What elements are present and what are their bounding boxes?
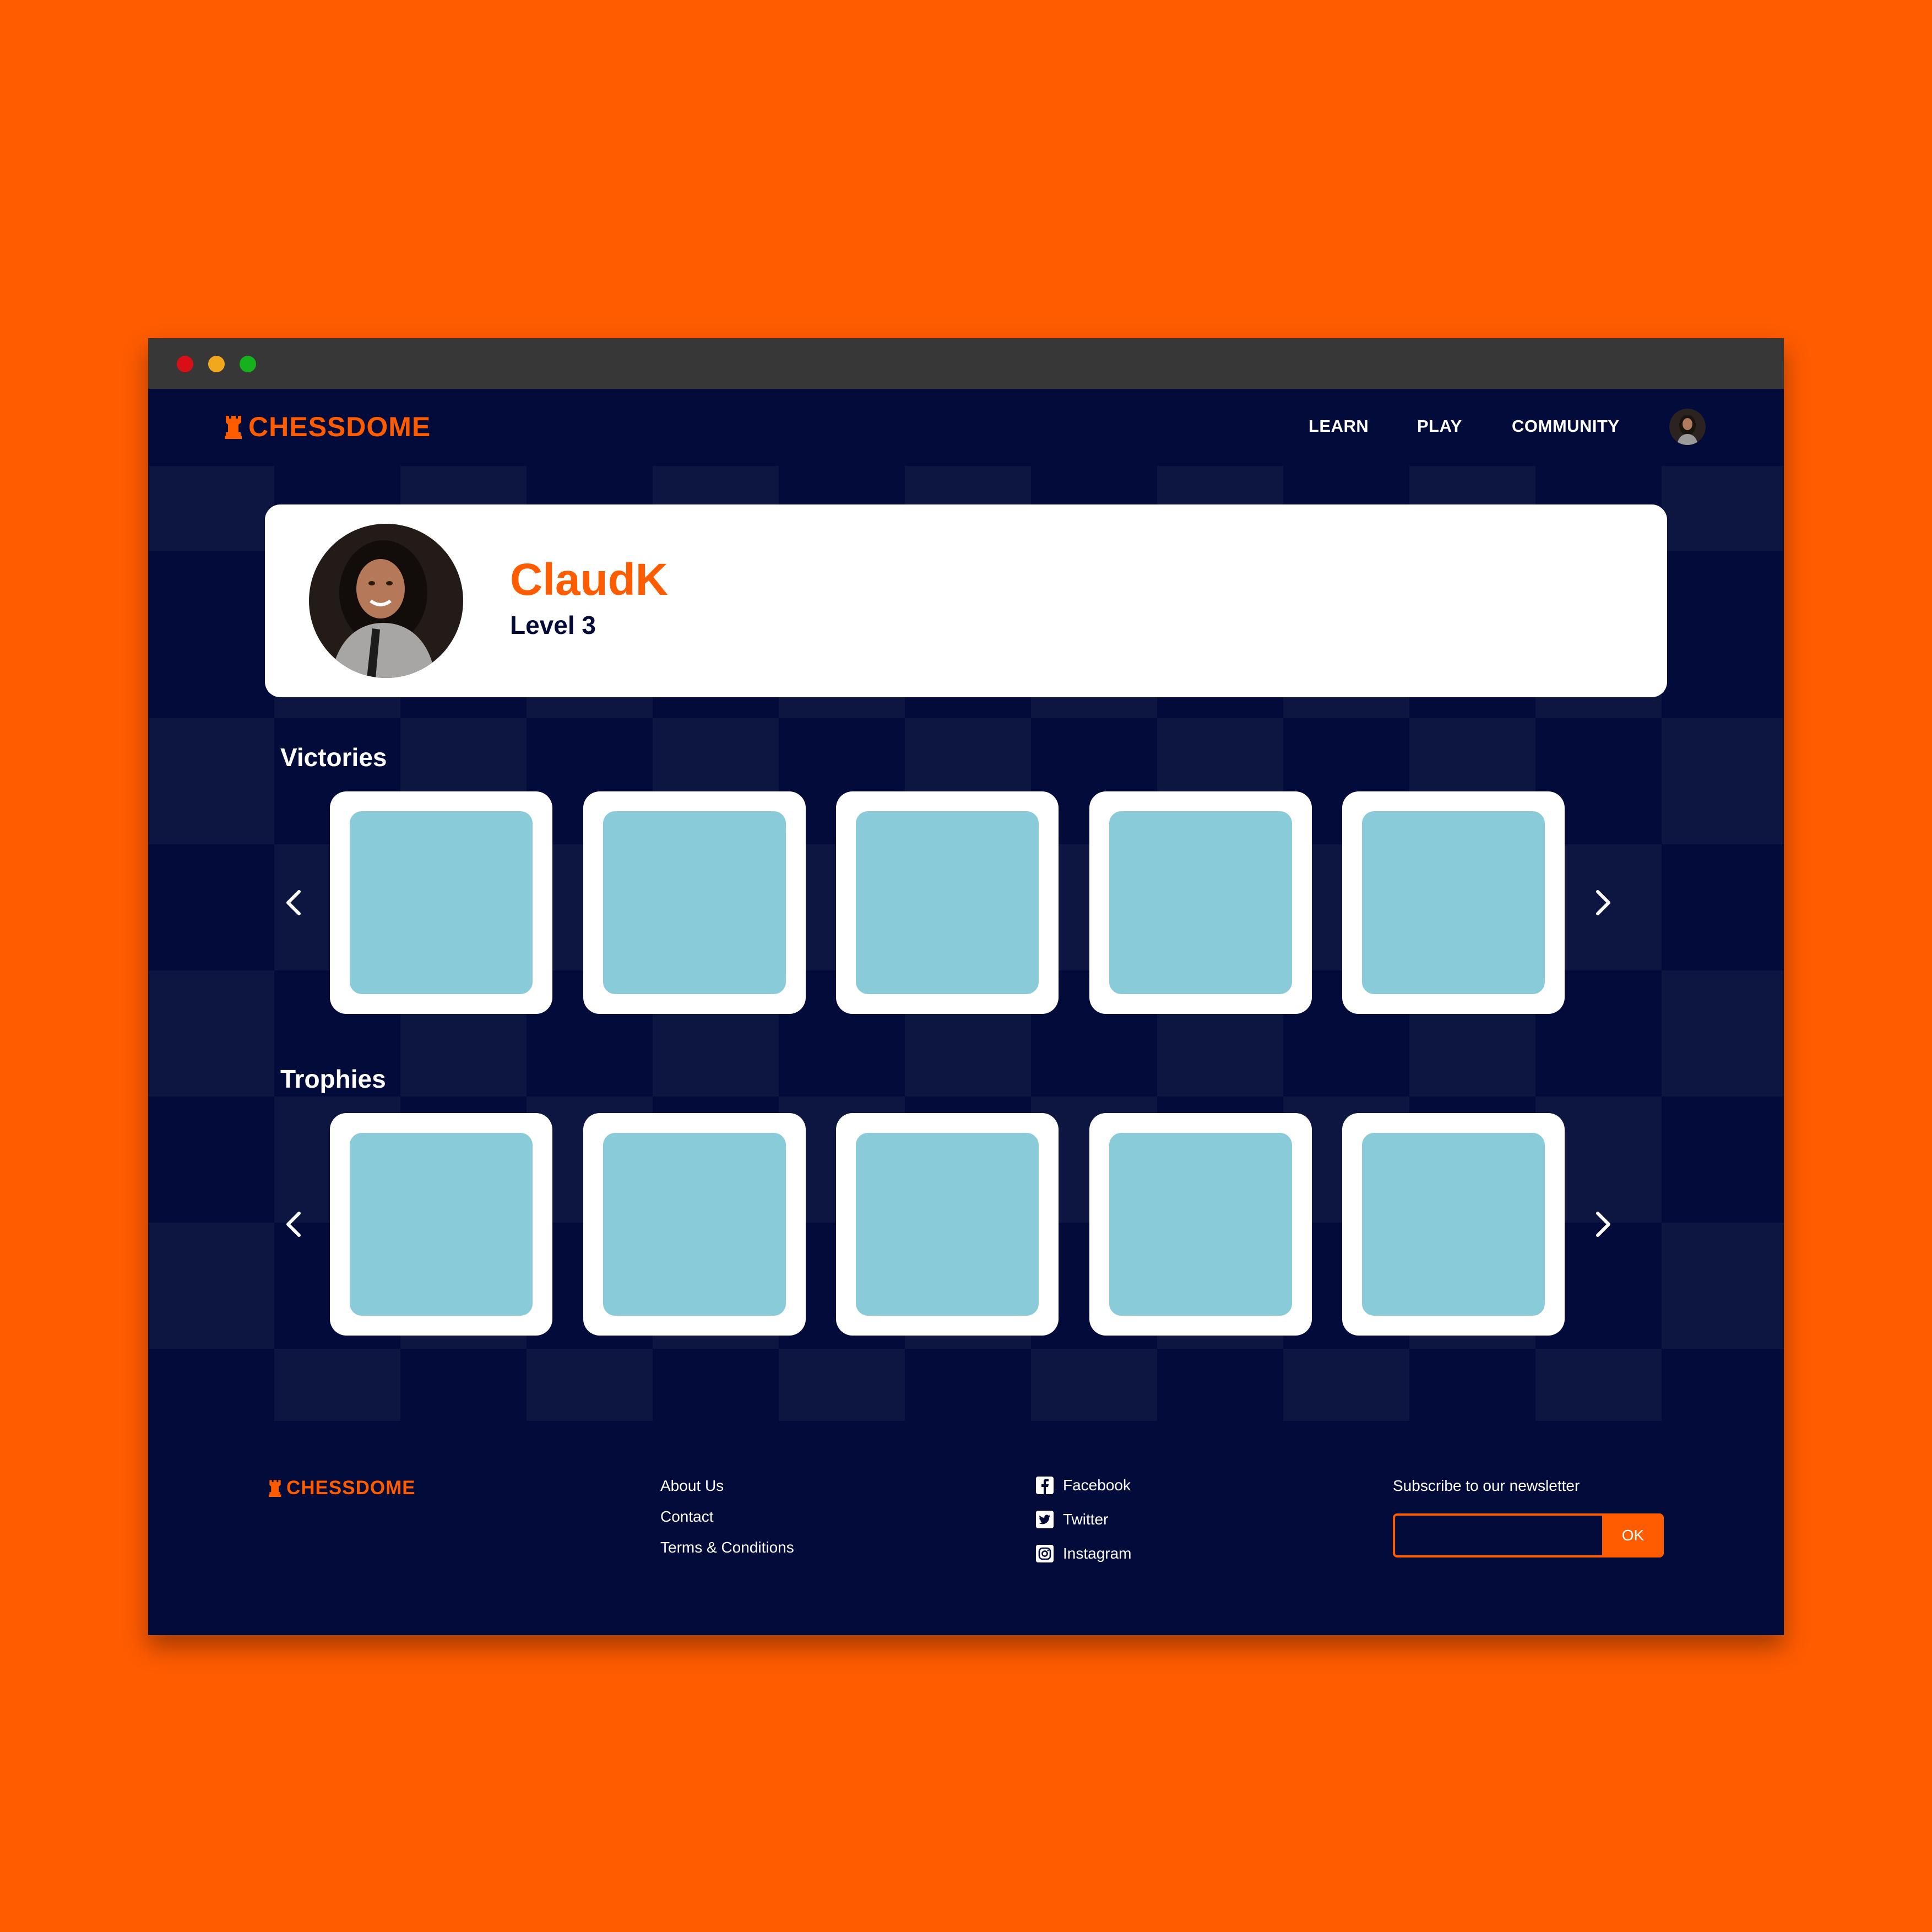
footer-link-about-us[interactable]: About Us xyxy=(660,1477,724,1495)
profile-card: ClaudK Level 3 xyxy=(265,504,1667,697)
social-label-twitter: Twitter xyxy=(1063,1511,1109,1528)
trophy-tile[interactable] xyxy=(583,1113,806,1336)
minimize-window-button[interactable] xyxy=(208,356,225,372)
footer-brand-name: CHESSDOME xyxy=(286,1477,416,1499)
nav-link-community[interactable]: COMMUNITY xyxy=(1512,416,1620,436)
rook-icon xyxy=(268,1480,281,1497)
brand-logo[interactable]: CHESSDOME xyxy=(224,411,431,443)
trophies-title: Trophies xyxy=(280,1065,386,1093)
victories-next-arrow[interactable] xyxy=(1587,881,1620,925)
close-window-button[interactable] xyxy=(177,356,193,372)
social-link-facebook[interactable]: Facebook xyxy=(1035,1476,1131,1495)
victory-tile-image xyxy=(1362,811,1545,994)
trophy-tile[interactable] xyxy=(1342,1113,1565,1336)
newsletter-label: Subscribe to our newsletter xyxy=(1393,1477,1580,1494)
browser-window: CHESSDOME LEARN PLAY COMMUNITY ClaudK Le… xyxy=(148,338,1784,1635)
social-label-facebook: Facebook xyxy=(1063,1477,1131,1494)
victories-prev-arrow[interactable] xyxy=(277,881,310,925)
victory-tile[interactable] xyxy=(1342,791,1565,1014)
instagram-icon xyxy=(1036,1545,1054,1562)
profile-username: ClaudK xyxy=(510,555,668,605)
victory-tile[interactable] xyxy=(836,791,1059,1014)
victory-tile[interactable] xyxy=(583,791,806,1014)
trophy-tile-image xyxy=(1109,1133,1292,1316)
social-link-instagram[interactable]: Instagram xyxy=(1035,1544,1132,1563)
profile-level: Level 3 xyxy=(510,611,596,639)
victory-tile-image xyxy=(350,811,533,994)
brand-name: CHESSDOME xyxy=(248,411,431,442)
facebook-icon xyxy=(1036,1477,1054,1494)
social-link-twitter[interactable]: Twitter xyxy=(1035,1510,1108,1529)
trophy-tile[interactable] xyxy=(1089,1113,1312,1336)
trophy-tile-image xyxy=(1362,1133,1545,1316)
trophy-tile[interactable] xyxy=(836,1113,1059,1336)
nav-link-play[interactable]: PLAY xyxy=(1417,416,1462,436)
footer-brand-logo[interactable]: CHESSDOME xyxy=(268,1477,416,1499)
top-navbar: CHESSDOME LEARN PLAY COMMUNITY xyxy=(148,389,1784,466)
nav-link-learn[interactable]: LEARN xyxy=(1309,416,1369,436)
footer-link-contact[interactable]: Contact xyxy=(660,1508,714,1526)
victory-tile-image xyxy=(856,811,1039,994)
footer-link-terms[interactable]: Terms & Conditions xyxy=(660,1539,794,1556)
trophy-tile-image xyxy=(603,1133,786,1316)
social-label-instagram: Instagram xyxy=(1063,1545,1132,1562)
victory-tile[interactable] xyxy=(330,791,552,1014)
victory-tile[interactable] xyxy=(1089,791,1312,1014)
trophies-prev-arrow[interactable] xyxy=(277,1202,310,1246)
user-avatar[interactable] xyxy=(1669,409,1706,445)
window-titlebar xyxy=(148,338,1784,389)
newsletter-submit-button[interactable]: OK xyxy=(1602,1513,1664,1557)
twitter-icon xyxy=(1036,1511,1054,1528)
trophies-next-arrow[interactable] xyxy=(1587,1202,1620,1246)
profile-avatar xyxy=(309,524,463,678)
maximize-window-button[interactable] xyxy=(240,356,256,372)
rook-icon xyxy=(225,416,242,439)
victory-tile-image xyxy=(1109,811,1292,994)
victories-title: Victories xyxy=(280,743,387,772)
victory-tile-image xyxy=(603,811,786,994)
trophy-tile-image xyxy=(350,1133,533,1316)
trophy-tile-image xyxy=(856,1133,1039,1316)
newsletter-email-input[interactable] xyxy=(1393,1513,1602,1557)
trophy-tile[interactable] xyxy=(330,1113,552,1336)
